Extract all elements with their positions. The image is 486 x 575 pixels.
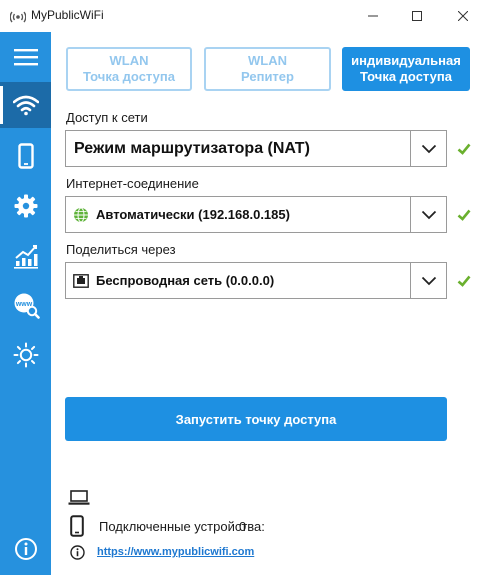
internet-connection-dropdown-button[interactable] [410,197,446,232]
network-adapter-icon [73,274,89,288]
stats-icon [13,245,38,269]
brightness-icon [13,342,38,368]
internet-connection-select[interactable]: Автоматически (192.168.0.185) [65,196,447,233]
mode-wlan-repeater-button[interactable]: WLAN Репитер [204,47,331,91]
app-wifi-icon [10,11,26,23]
checkmark-icon [457,143,471,155]
website-link[interactable]: https://www.mypublicwifi.com [97,546,254,558]
checkmark-icon [457,209,471,221]
globe-icon [74,207,88,223]
sidebar-item-statistics[interactable] [0,233,51,279]
phone-icon [17,143,34,169]
share-via-label: Поделиться через [66,242,176,257]
checkmark-icon [457,275,471,287]
chevron-down-icon [421,276,436,285]
mode-line1: индивидуальная [351,53,461,68]
info-icon [70,545,85,560]
share-via-dropdown-button[interactable] [410,263,446,298]
info-icon [14,538,37,560]
share-via-select[interactable]: Беспроводная сеть (0.0.0.0) [65,262,447,299]
chevron-down-icon [421,210,436,219]
start-hotspot-button[interactable]: Запустить точку доступа [65,397,447,441]
network-access-dropdown-button[interactable] [410,131,446,166]
www-search-icon: www [14,293,40,319]
laptop-icon [68,490,90,505]
minimize-button[interactable] [350,0,396,32]
phone-icon [70,515,84,537]
close-icon [458,11,468,21]
maximize-button[interactable] [394,0,440,32]
internet-connection-value: Автоматически (192.168.0.185) [96,207,290,222]
internet-connection-label: Интернет-соединение [66,176,199,191]
network-access-select[interactable]: Режим маршрутизатора (NAT) [65,130,447,167]
sidebar-item-about[interactable] [0,526,51,572]
sidebar-item-wifi[interactable] [0,82,51,128]
sidebar-item-theme[interactable] [0,332,51,378]
mode-line2: Точка доступа [360,69,452,84]
sidebar-item-menu[interactable] [0,34,51,80]
mode-line1: WLAN [248,53,287,68]
chevron-down-icon [421,144,436,153]
connected-devices-label: Подключенные устройства: 0 [99,519,265,534]
minimize-icon [368,15,378,17]
sidebar-item-url-filter[interactable]: www [0,283,51,329]
menu-icon [13,49,38,66]
gear-icon [14,194,37,218]
sidebar-item-devices[interactable] [0,133,51,179]
mode-wlan-hotspot-button[interactable]: WLAN Точка доступа [66,47,192,91]
connected-devices-count: 0 [239,519,247,534]
mode-line2: Точка доступа [83,69,175,84]
sidebar-item-settings[interactable] [0,183,51,229]
title-bar: MyPublicWiFi [0,0,486,32]
close-button[interactable] [440,0,486,32]
mode-line1: WLAN [109,53,149,68]
mode-custom-hotspot-button[interactable]: индивидуальная Точка доступа [342,47,470,91]
mode-line2: Репитер [241,69,294,84]
network-access-label: Доступ к сети [66,110,148,125]
share-via-value: Беспроводная сеть (0.0.0.0) [96,273,275,288]
maximize-icon [412,11,422,21]
sidebar: www [0,32,51,575]
wifi-icon [12,95,39,116]
network-access-value: Режим маршрутизатора (NAT) [74,139,310,157]
window-title: MyPublicWiFi [31,8,104,22]
